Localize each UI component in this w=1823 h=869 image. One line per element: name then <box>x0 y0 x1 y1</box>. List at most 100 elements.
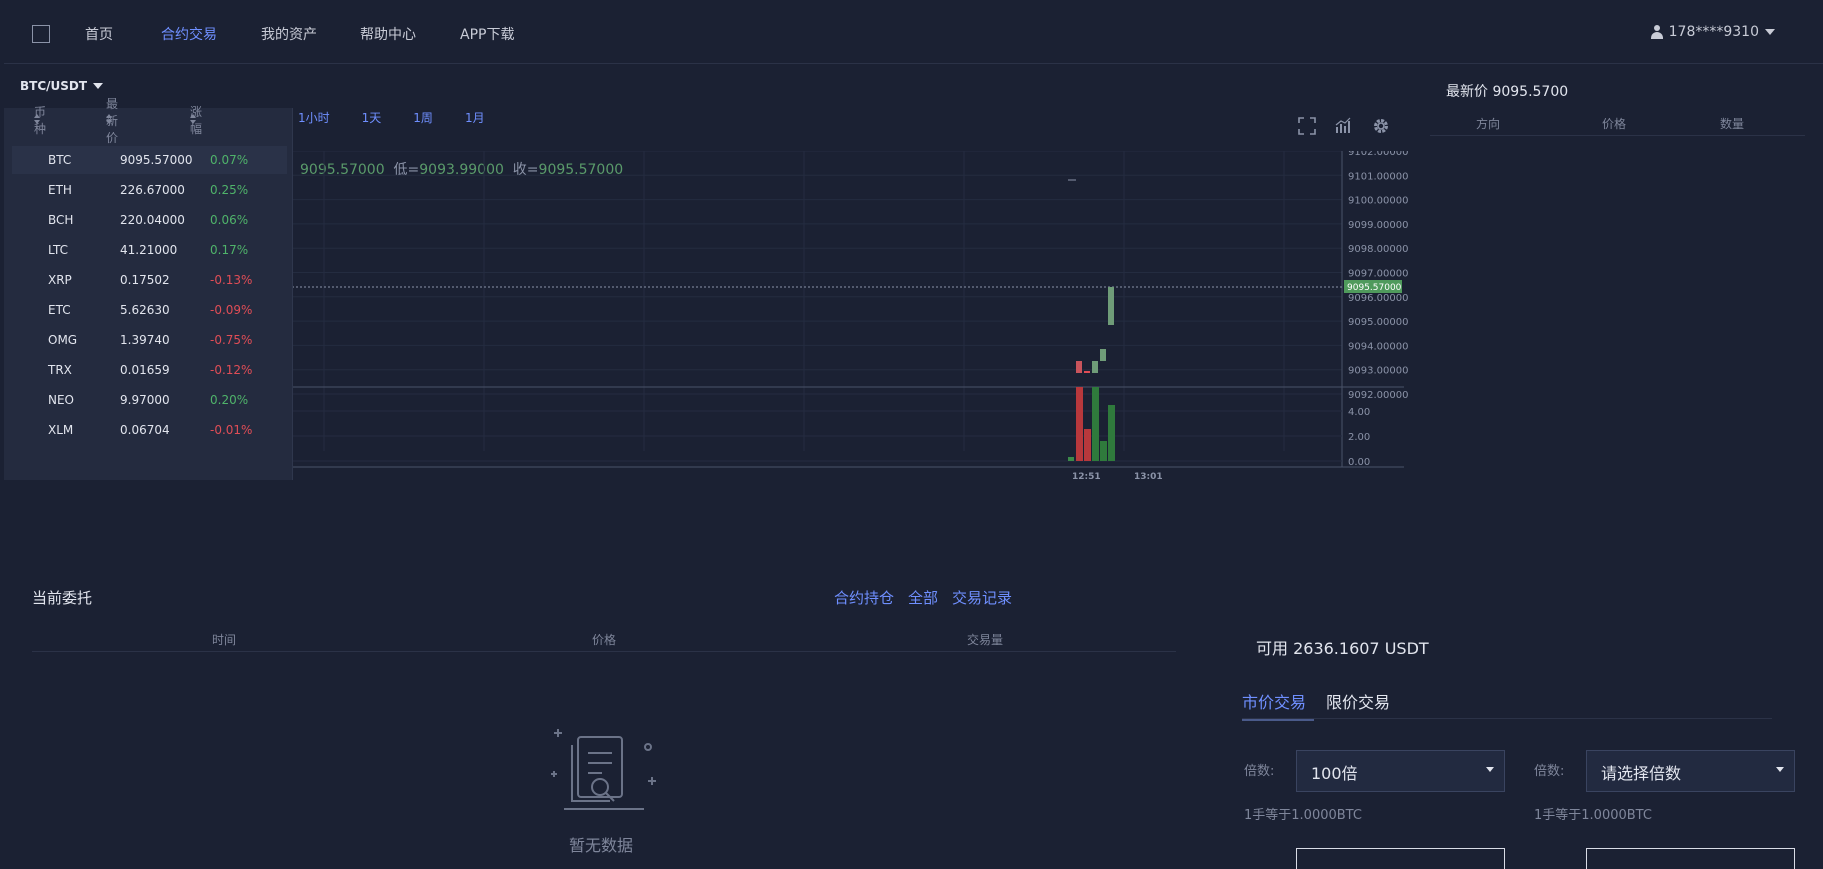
price-tick-label: 9102.00000 <box>1348 151 1408 158</box>
coin-symbol: BTC <box>48 153 72 167</box>
leverage-value: 100倍 <box>1311 764 1358 783</box>
coin-row-bch[interactable]: BCH 220.04000 0.06% <box>12 206 287 234</box>
coin-symbol: OMG <box>48 333 78 347</box>
price-tick-label: 9099.00000 <box>1348 220 1408 231</box>
orderbook-header: 方向 价格 数量 <box>1430 111 1805 136</box>
col-time: 时间 <box>212 633 237 647</box>
price-tick-label: 9098.00000 <box>1348 244 1408 255</box>
gear-icon[interactable] <box>1372 117 1390 135</box>
nav-help-center[interactable]: 帮助中心 <box>360 24 416 44</box>
indicator-icon[interactable] <box>1334 117 1352 135</box>
tab-positions[interactable]: 合约持仓 <box>834 587 894 608</box>
top-nav: 首页 合约交易 我的资产 帮助中心 APP下载 178****9310 <box>4 4 1823 64</box>
price-tick-label: 9097.00000 <box>1348 269 1408 280</box>
user-menu[interactable]: 178****9310 <box>1650 24 1775 40</box>
orderbook-panel: 最新价 9095.5700 方向 价格 数量 <box>1418 67 1819 569</box>
price-tick-label: 9092.00000 <box>1348 390 1408 401</box>
chevron-down-icon <box>1765 29 1775 35</box>
volume-tick-label: 2.00 <box>1348 432 1370 443</box>
interval-tab[interactable]: 1周 <box>413 109 433 126</box>
coin-row-etc[interactable]: ETC 5.62630 -0.09% <box>12 296 287 324</box>
col-direction: 方向 <box>1476 117 1501 131</box>
leverage-label: 倍数: <box>1534 764 1565 779</box>
coin-symbol: ETH <box>48 183 72 197</box>
fullscreen-icon[interactable] <box>1298 117 1316 135</box>
coin-change: -0.01% <box>210 423 253 437</box>
coin-price: 9095.57000 <box>120 153 193 167</box>
coin-change: 0.20% <box>210 393 249 407</box>
interval-tab[interactable]: 1小时 <box>298 109 330 126</box>
pair-selector[interactable]: BTC/USDT <box>20 79 104 93</box>
orders-panel: 当前委托 合约持仓 全部 交易记录 时间 价格 交易量 暂无数据 <box>4 575 1212 857</box>
sort-icon <box>106 114 112 126</box>
tab-limit-trade[interactable]: 限价交易 <box>1326 689 1390 713</box>
time-tick-label: 13:01 <box>1134 472 1163 482</box>
volume-bar <box>1108 405 1115 461</box>
leverage-select-sell[interactable]: 请选择倍数 <box>1586 750 1795 792</box>
lot-size-note: 1手等于1.0000BTC <box>1534 808 1652 823</box>
user-phone: 178****9310 <box>1668 24 1759 40</box>
logo-image[interactable] <box>32 25 50 43</box>
candle-down <box>1084 371 1090 373</box>
coin-list-header: 币种 最新价 涨幅 <box>4 97 293 145</box>
coin-price: 9.97000 <box>120 393 170 407</box>
coin-row-ltc[interactable]: LTC 41.21000 0.17% <box>12 236 287 264</box>
available-balance: 可用 2636.1607 USDT <box>1256 639 1429 658</box>
interval-tab[interactable]: 1月 <box>465 109 485 126</box>
leverage-label: 倍数: <box>1244 764 1275 779</box>
volume-bar <box>1068 457 1074 461</box>
coin-price: 5.62630 <box>120 303 170 317</box>
coin-symbol: TRX <box>48 363 72 377</box>
coin-row-neo[interactable]: NEO 9.97000 0.20% <box>12 386 287 414</box>
quantity-input-sell[interactable] <box>1586 848 1795 869</box>
nav-contract-trade[interactable]: 合约交易 <box>161 24 217 44</box>
empty-data-icon <box>551 729 656 810</box>
tab-market-trade[interactable]: 市价交易 <box>1242 689 1315 721</box>
orders-header: 时间 价格 交易量 <box>32 625 1176 652</box>
coin-price: 0.06704 <box>120 423 170 437</box>
empty-data-text: 暂无数据 <box>569 836 634 855</box>
coin-change: 0.06% <box>210 213 249 227</box>
coin-change: -0.09% <box>210 303 253 317</box>
coin-row-xlm[interactable]: XLM 0.06704 -0.01% <box>12 416 287 444</box>
price-tick-label: 9100.00000 <box>1348 196 1408 207</box>
candle-down <box>1076 361 1082 373</box>
nav-app-download[interactable]: APP下载 <box>460 24 514 44</box>
nav-my-assets[interactable]: 我的资产 <box>261 24 317 44</box>
coin-row-eth[interactable]: ETH 226.67000 0.25% <box>12 176 287 204</box>
coin-symbol: NEO <box>48 393 75 407</box>
leverage-select-buy[interactable]: 100倍 <box>1296 750 1505 792</box>
coin-change: 0.25% <box>210 183 249 197</box>
coin-row-trx[interactable]: TRX 0.01659 -0.12% <box>12 356 287 384</box>
price-tick-label: 9094.00000 <box>1348 341 1408 352</box>
nav-home[interactable]: 首页 <box>85 24 113 44</box>
candle-up <box>1108 287 1114 325</box>
col-volume: 交易量 <box>967 633 1004 647</box>
volume-bar <box>1076 387 1083 461</box>
price-tick-label: 9101.00000 <box>1348 171 1408 182</box>
lot-size-note: 1手等于1.0000BTC <box>1244 808 1362 823</box>
volume-tick-label: 4.00 <box>1348 407 1370 418</box>
coin-change: -0.12% <box>210 363 253 377</box>
coin-row-omg[interactable]: OMG 1.39740 -0.75% <box>12 326 287 354</box>
coin-row-btc[interactable]: BTC 9095.57000 0.07% <box>12 146 287 174</box>
interval-tabs: 钟 1小时 1天 1周 1月 <box>254 109 485 126</box>
coin-row-xrp[interactable]: XRP 0.17502 -0.13% <box>12 266 287 294</box>
interval-tab[interactable]: 1天 <box>362 109 382 126</box>
volume-bar <box>1092 387 1099 461</box>
coin-price: 0.17502 <box>120 273 170 287</box>
pair-label: BTC/USDT <box>20 79 88 93</box>
tab-trade-history[interactable]: 交易记录 <box>952 587 1012 608</box>
coin-change: -0.75% <box>210 333 253 347</box>
chevron-down-icon <box>1776 767 1784 772</box>
quantity-input-buy[interactable] <box>1296 848 1505 869</box>
leverage-value: 请选择倍数 <box>1601 764 1682 783</box>
time-tick-label: 12:51 <box>1072 472 1101 482</box>
tab-all[interactable]: 全部 <box>908 587 938 608</box>
coin-price: 220.04000 <box>120 213 185 227</box>
coin-symbol: BCH <box>48 213 74 227</box>
last-price-label: 9095.57000 <box>1347 283 1402 293</box>
col-amount: 数量 <box>1720 117 1745 131</box>
current-orders-title: 当前委托 <box>32 589 93 607</box>
chevron-down-icon <box>93 83 104 89</box>
